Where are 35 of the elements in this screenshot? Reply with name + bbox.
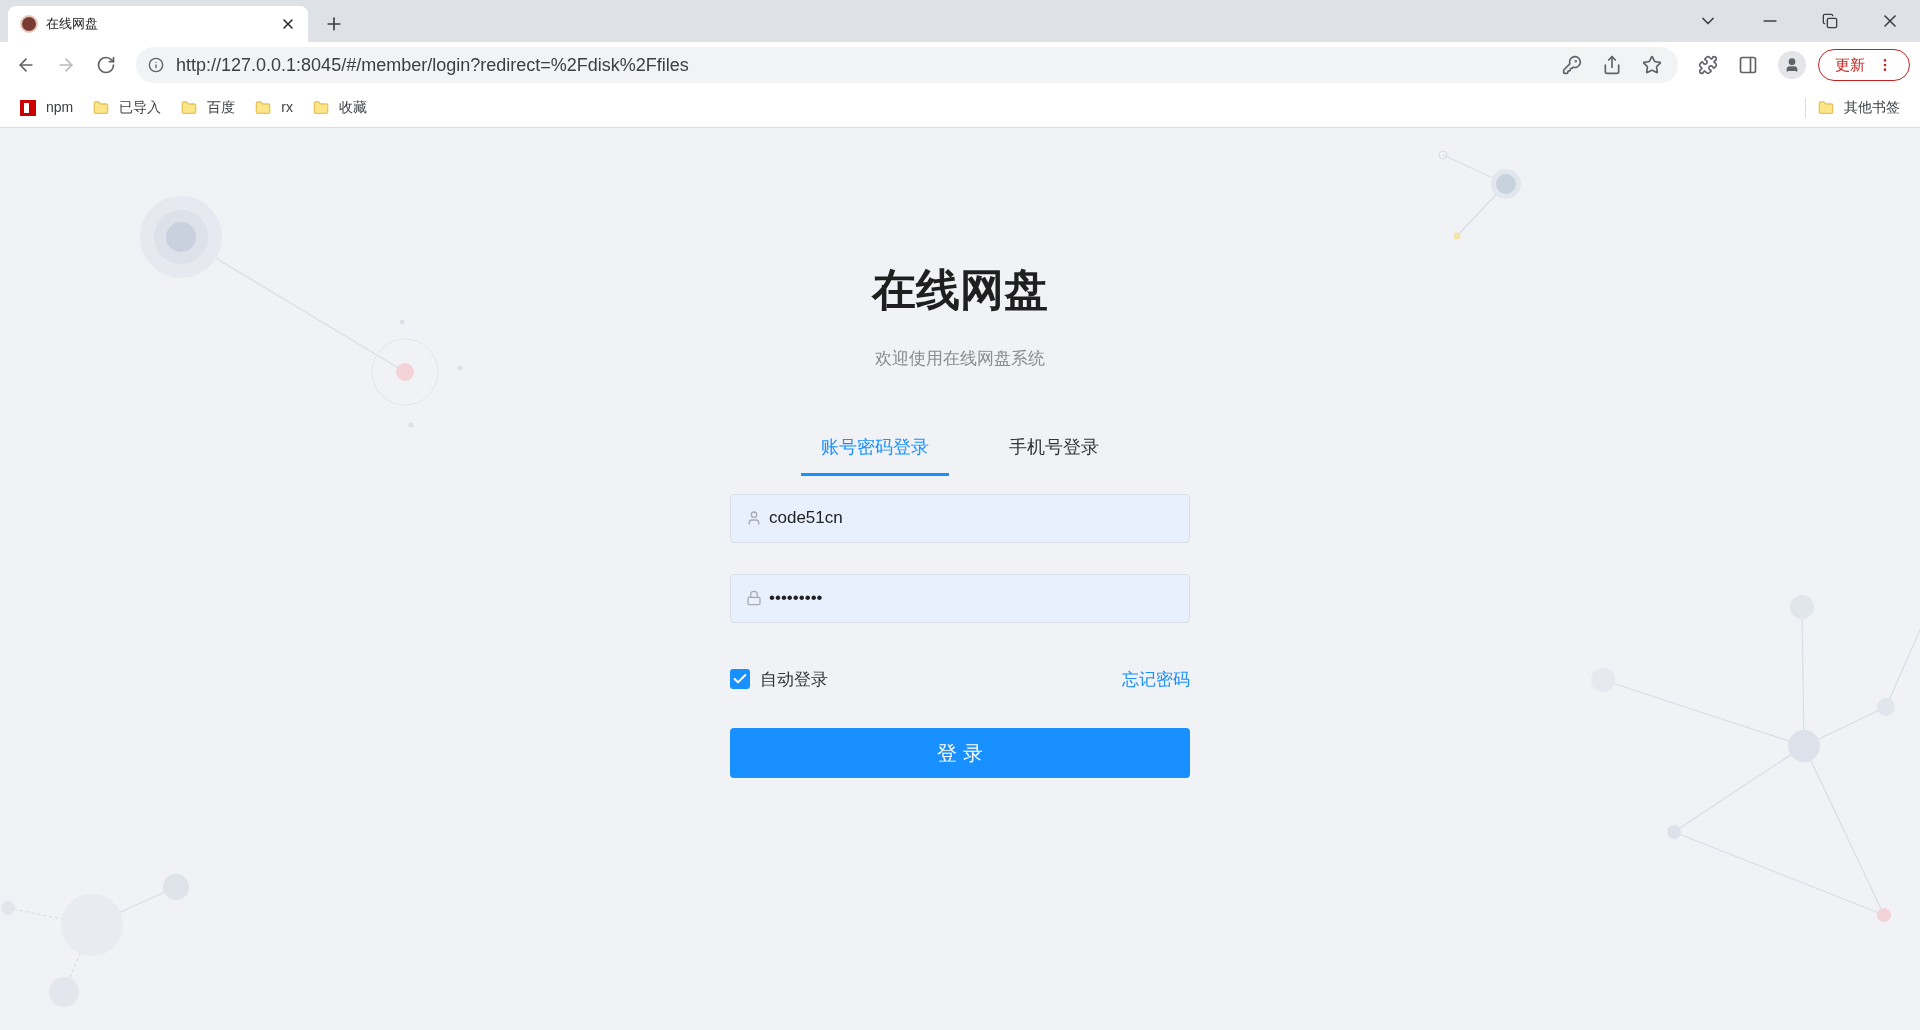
share-icon[interactable] [1602, 55, 1622, 75]
restore-icon[interactable] [1822, 13, 1838, 29]
profile-icon[interactable] [1778, 51, 1806, 79]
user-icon [746, 509, 762, 526]
puzzle-icon[interactable] [1698, 55, 1718, 75]
folder-icon [312, 99, 329, 116]
lock-icon [746, 589, 762, 606]
login-tab[interactable]: 手机号登录 [989, 433, 1119, 476]
favicon-icon [20, 15, 38, 33]
username-field[interactable]: code51cn [730, 493, 1190, 543]
checkbox[interactable] [730, 669, 750, 690]
bookmark-item[interactable]: 收藏 [312, 97, 367, 118]
bookmark-item[interactable]: npm [20, 97, 74, 118]
info-icon[interactable] [148, 57, 164, 73]
folder-icon [93, 99, 110, 116]
browser-tab[interactable]: 在线网盘 [8, 6, 308, 42]
bookmark-item[interactable]: rx [255, 97, 293, 118]
bookmark-item[interactable]: 已导入 [93, 97, 162, 118]
side-panel-icon[interactable] [1738, 55, 1758, 75]
page-title: 在线网盘 [872, 268, 1048, 312]
tab-title: 在线网盘 [46, 15, 99, 34]
url-text: http://127.0.0.1:8045/#/member/login?redirect=%2Fdisk%2Ffiles [176, 53, 690, 77]
checkbox-label: 自动登录 [760, 668, 828, 691]
password-field[interactable]: ••••••••• [730, 573, 1190, 623]
bookmark-item[interactable]: 百度 [181, 97, 236, 118]
npm-logo-icon [20, 99, 36, 116]
folder-icon [255, 99, 272, 116]
folder-icon [181, 99, 198, 116]
address-bar[interactable]: http://127.0.0.1:8045/#/member/login?redirect=%2Fdisk%2Ffiles [136, 47, 1678, 83]
bookmark-item[interactable]: 其他书签 [1818, 97, 1900, 118]
reload-icon[interactable] [96, 55, 116, 75]
key-icon[interactable] [1562, 55, 1582, 75]
page-subtitle: 欢迎使用在线网盘系统 [875, 348, 1045, 370]
star-icon[interactable] [1642, 55, 1662, 75]
folder-icon [1818, 99, 1834, 116]
